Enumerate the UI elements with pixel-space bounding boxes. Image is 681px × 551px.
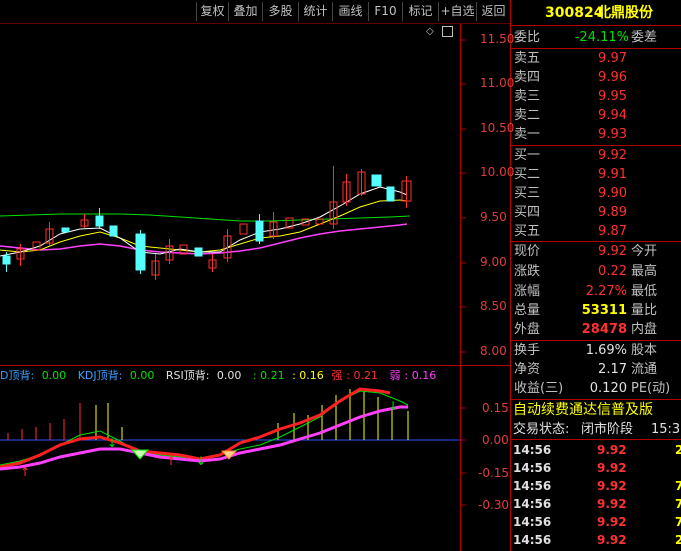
ma-long-line <box>0 223 408 255</box>
stock-name: 北鼎股份 <box>597 5 653 21</box>
stat-row: 净资 2.17 流通 <box>514 362 658 377</box>
indicator-legend: D顶背: 0.00 KDJ顶背: 0.00 RSI顶背: 0.00 : 0.21… <box>0 367 444 383</box>
indicator-value-2: : 0.16 <box>292 369 324 382</box>
add-favorite-button[interactable]: +自选 <box>438 2 476 21</box>
stat-row: 收益(三) 0.120 PE(动) <box>514 381 671 396</box>
axis-ticks <box>460 39 466 506</box>
mark-button[interactable]: 标记 <box>402 2 438 21</box>
indicator-chart[interactable]: ↑ ↓ ↑ ↓ ↓ <box>0 383 460 551</box>
stat-row: 涨幅 2.27% 最低 <box>514 284 658 299</box>
f10-button[interactable]: F10 <box>368 2 402 21</box>
stat-row: 现价 9.92 今开 <box>514 244 658 259</box>
ask-row: 卖五 9.97 <box>514 51 627 66</box>
bid-row: 买五 9.87 <box>514 224 627 239</box>
ask-row: 卖一 9.93 <box>514 127 627 142</box>
up-arrow-icon: ↑ <box>166 454 176 468</box>
tick-row: 14:56 9.92 7 <box>513 515 681 529</box>
ask-row: 卖四 9.96 <box>514 70 627 85</box>
rsi-top-label: RSI顶背: 0.00 <box>165 369 242 382</box>
multi-stock-button[interactable]: 多股 <box>262 2 298 21</box>
indicator-value-1: : 0.21 <box>252 369 285 382</box>
stat-row: 总量 53311 量比 <box>514 303 658 318</box>
draw-line-button[interactable]: 画线 <box>332 2 368 21</box>
stock-header: 300824 北鼎股份 <box>511 4 681 23</box>
fuquan-button[interactable]: 复权 <box>196 2 228 21</box>
weak-label: 弱: 0.16 <box>389 369 437 382</box>
ask-row: 卖二 9.94 <box>514 108 627 123</box>
up-arrow-icon: ↑ <box>20 465 30 479</box>
bid-row: 买四 9.89 <box>514 205 627 220</box>
strong-label: 强: 0.21 <box>331 369 379 382</box>
trade-status-row: 交易状态: 闭市阶段 15:3 <box>513 422 681 437</box>
toolbar: 复权 叠加 多股 统计 画线 F10 标记 +自选 返回 <box>0 0 510 23</box>
statistics-button[interactable]: 统计 <box>298 2 332 21</box>
candlestick-chart[interactable] <box>0 24 460 364</box>
ratio-row: 委比 -24.11% 委差 <box>514 30 658 45</box>
ma-longest-line <box>0 213 411 222</box>
bid-row: 买一 9.92 <box>514 148 627 163</box>
stat-row: 涨跌 0.22 最高 <box>514 264 658 279</box>
tick-row: 14:56 9.92 7 <box>513 497 681 511</box>
d-top-label: D顶背: 0.00 <box>0 369 67 382</box>
ask-row: 卖三 9.95 <box>514 89 627 104</box>
down-arrow-icon: ↓ <box>196 454 206 468</box>
stat-row: 外盘 28478 内盘 <box>514 322 658 337</box>
bid-row: 买二 9.91 <box>514 167 627 182</box>
back-button[interactable]: 返回 <box>476 2 510 21</box>
stock-code: 300824 <box>545 5 604 21</box>
tick-row: 14:56 9.92 7 <box>513 479 681 493</box>
kdj-top-label: KDJ顶背: 0.00 <box>77 369 155 382</box>
bid-row: 买三 9.90 <box>514 186 627 201</box>
overlay-button[interactable]: 叠加 <box>228 2 262 21</box>
tick-row: 14:56 9.92 <box>513 461 627 475</box>
quote-panel: 300824 北鼎股份 委比 -24.11% 委差 卖五 9.97 卖四 9.96 … <box>511 0 681 551</box>
indicator-divider <box>0 365 510 366</box>
down-arrow-icon: ↓ <box>107 436 117 450</box>
tick-row: 14:56 9.92 2 <box>513 533 681 547</box>
down-arrow-icon: ↓ <box>388 399 398 413</box>
stat-row: 换手 1.69% 股本 <box>514 343 658 358</box>
tick-row: 14:56 9.92 2 <box>513 443 681 457</box>
ma-short-line <box>0 186 408 257</box>
ma-mid-line <box>0 199 408 253</box>
promo-banner[interactable]: 自动续费通达信普及版 <box>511 401 681 420</box>
